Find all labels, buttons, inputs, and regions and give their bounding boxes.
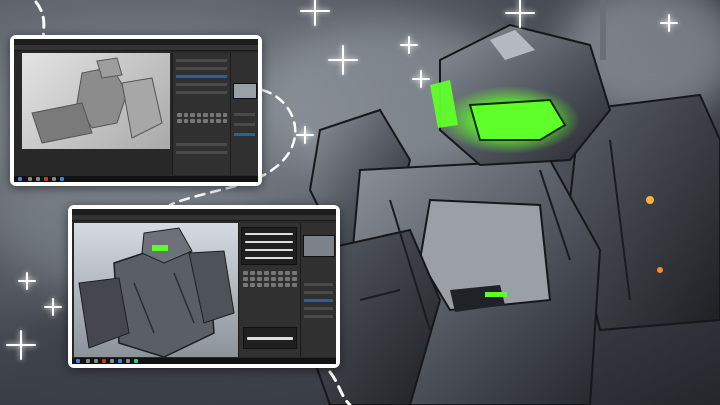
preview-thumbnail — [303, 235, 335, 257]
sparkle-icon — [660, 14, 678, 32]
screenshot-card-bottom — [68, 205, 340, 368]
sparkle-icon — [328, 45, 358, 75]
options-bar — [72, 215, 336, 221]
preview-thumbnail — [233, 83, 257, 99]
sparkle-icon — [400, 36, 418, 54]
layers-panel — [172, 53, 230, 175]
stroke-preview — [243, 327, 297, 349]
canvas — [74, 223, 238, 357]
sparkle-icon — [300, 0, 330, 26]
sparkle-icon — [44, 298, 62, 316]
mech-illustration — [300, 0, 720, 405]
windows-taskbar — [14, 176, 258, 182]
photoshop-window — [72, 209, 336, 364]
chest-light — [485, 292, 507, 297]
options-bar — [14, 45, 258, 51]
brush-panel — [238, 223, 300, 357]
promo-banner — [0, 0, 720, 405]
visor — [468, 98, 567, 141]
photoshop-window — [14, 39, 258, 182]
sparkle-icon — [412, 70, 430, 88]
blockout-sketch — [31, 57, 163, 144]
brush-presets — [241, 227, 297, 265]
sparkle-icon — [296, 126, 314, 144]
canvas — [22, 53, 170, 149]
screenshot-card-top — [10, 35, 262, 186]
properties-panel — [230, 53, 258, 175]
antenna — [600, 0, 606, 60]
windows-taskbar — [72, 358, 336, 364]
rivet — [646, 196, 654, 204]
sparkle-icon — [505, 0, 535, 28]
sparkle-icon — [18, 272, 36, 290]
rivet — [657, 267, 663, 273]
layers-panel — [300, 223, 336, 357]
sparkle-icon — [6, 330, 36, 360]
detailed-mech-sketch — [78, 227, 235, 357]
